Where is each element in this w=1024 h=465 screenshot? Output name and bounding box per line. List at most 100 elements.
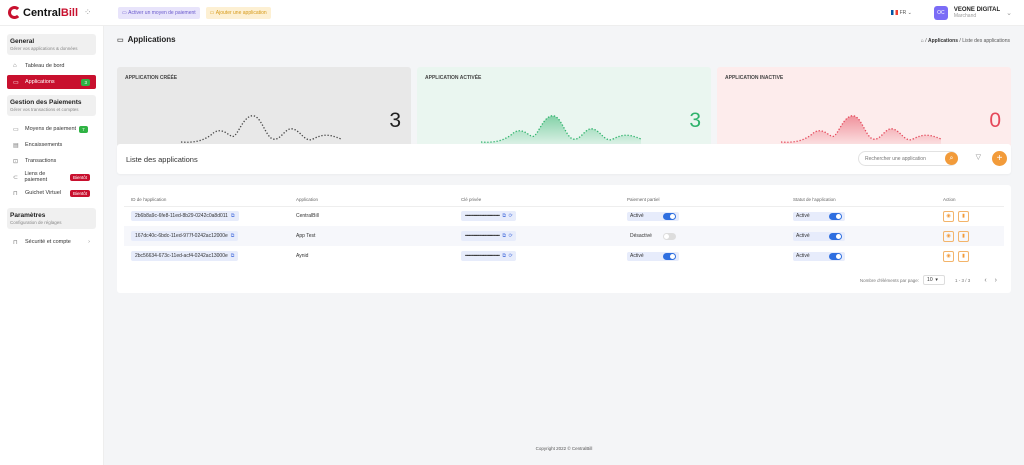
private-key-chip: •••••••••••••••••••••••••••••••• ⧉ ⟳ — [461, 251, 517, 261]
sidebar-item-applications[interactable]: ▭ Applications 3 — [7, 75, 96, 89]
table-header-row: ID de l'application Application Clé priv… — [124, 193, 1004, 207]
per-page-select[interactable]: 10 ▾ — [923, 275, 946, 285]
partial-payment-toggle[interactable] — [663, 252, 676, 260]
page-range: 1 - 3 / 3 — [955, 277, 971, 283]
app-status-cell: Activé — [793, 211, 845, 221]
stat-label: APPLICATION ACTIVÉE — [425, 75, 482, 81]
delete-icon[interactable]: ▮ — [958, 210, 969, 222]
view-icon[interactable]: ◉ — [943, 210, 954, 222]
group-title: Gestion des Paiements — [10, 99, 82, 106]
sidebar-item-transactions[interactable]: ⊡ Transactions — [7, 154, 96, 168]
private-key-chip: •••••••••••••••••••••••••••••••• ⧉ ⟳ — [461, 211, 517, 222]
chevron-right-icon: › — [88, 239, 90, 245]
search-icon[interactable]: ⌕ — [945, 152, 958, 165]
delete-icon[interactable]: ▮ — [958, 230, 969, 242]
breadcrumb-applications[interactable]: Applications — [928, 38, 958, 44]
table-row: 2b6b8a9c-6fe8-11ed-8b29-0242c0a8d011 ⧉ Ce… — [124, 206, 1004, 226]
refresh-icon[interactable]: ⟳ — [509, 253, 513, 259]
refresh-icon[interactable]: ⟳ — [509, 213, 513, 219]
chevron-left-icon[interactable]: ‹ — [984, 277, 986, 284]
shop-icon: ⊓ — [13, 190, 18, 197]
user-role: Marchand — [953, 12, 977, 19]
partial-payment-toggle[interactable] — [663, 212, 676, 220]
stat-sparkline — [181, 115, 341, 143]
stat-card-activated: APPLICATION ACTIVÉE 3 — [417, 67, 711, 153]
stat-value: 3 — [389, 109, 401, 132]
app-name: CentralBill — [296, 213, 319, 220]
transactions-icon: ⊡ — [13, 158, 19, 165]
chevron-down-icon[interactable]: ⌄ — [1006, 9, 1012, 17]
partial-payment-cell: Désactivé — [627, 232, 679, 241]
user-name: VEONE DIGITAL — [953, 6, 1001, 13]
partial-payment-cell: Activé — [627, 251, 679, 261]
sidebar-group-payments: Gestion des Paiements Gérer vos transact… — [7, 95, 96, 116]
partial-payment-toggle[interactable] — [663, 232, 676, 240]
filter-icon[interactable]: ▽ — [976, 153, 981, 161]
app-name: App Test — [289, 226, 454, 246]
add-application-icon[interactable]: + — [992, 151, 1007, 166]
add-application-button[interactable]: ▭ Ajouter une application — [205, 6, 271, 19]
copy-icon[interactable]: ⧉ — [502, 253, 506, 259]
sidebar-group-settings: Paramètres Configuration de réglages — [7, 208, 96, 229]
sidebar-item-security[interactable]: ⊓ Sécurité et compte › — [7, 235, 96, 249]
logo[interactable]: CentralBill ⁘ — [0, 6, 104, 19]
app-status-toggle[interactable] — [829, 252, 842, 260]
column-header: Paiement partiel — [620, 193, 786, 207]
copy-icon[interactable]: ⧉ — [231, 233, 235, 239]
main-content: ▭ Applications ⌂ / Applications / Liste d… — [104, 26, 1024, 465]
copy-icon[interactable]: ⧉ — [231, 213, 235, 219]
copy-icon[interactable]: ⧉ — [502, 233, 506, 239]
top-bar: CentralBill ⁘ ▭ Activer un moyen de paie… — [0, 0, 1024, 26]
card-icon: ▭ — [13, 126, 19, 133]
breadcrumb-current: Liste des applications — [962, 38, 1010, 44]
app-name: Aynid — [296, 253, 309, 259]
view-icon[interactable]: ◉ — [943, 250, 954, 262]
refresh-icon[interactable]: ⟳ — [509, 233, 513, 239]
copy-icon[interactable]: ⧉ — [231, 253, 235, 259]
column-header: Clé privée — [454, 193, 620, 207]
logo-text: CentralBill — [23, 6, 79, 19]
activate-payment-button[interactable]: ▭ Activer un moyen de paiement — [118, 6, 200, 19]
apps-grid-icon[interactable]: ⁘ — [84, 7, 92, 18]
search-input[interactable] — [858, 151, 958, 166]
user-menu[interactable]: VEONE DIGITAL Marchand — [954, 7, 1000, 19]
column-header: Statut de l'application — [786, 193, 936, 207]
table-row: 167dc40c-6bdc-11ed-977f-0242ac12000e ⧉ Ap… — [124, 226, 1004, 246]
home-icon[interactable]: ⌂ — [921, 38, 924, 44]
avatar[interactable]: OC — [933, 5, 948, 20]
soon-badge: Bientôt — [69, 173, 90, 181]
folder-icon: ▭ — [13, 79, 19, 86]
app-status-cell: Activé — [793, 231, 845, 241]
sidebar-group-general: General Gérer vos applications & données — [7, 34, 96, 55]
home-icon: ⌂ — [13, 63, 17, 69]
list-header-card: Liste des applications ⌕ ▽ + — [117, 144, 1011, 174]
sidebar-item-dashboard[interactable]: ⌂ Tableau de bord — [7, 59, 96, 73]
sidebar-item-virtual-counter[interactable]: ⊓ Guichet Virtuel Bientôt — [7, 186, 96, 200]
stat-card-created: APPLICATION CRÉÉE 3 — [117, 67, 411, 153]
partial-payment-cell: Activé — [627, 211, 679, 221]
sidebar-item-label: Encaissements — [25, 142, 63, 148]
applications-table-card: ID de l'application Application Clé priv… — [117, 185, 1011, 293]
stat-value: 3 — [689, 109, 701, 132]
language-selector[interactable]: FR ⌄ — [890, 10, 912, 16]
sidebar-item-payment-methods[interactable]: ▭ Moyens de paiement 7 — [7, 122, 96, 136]
copy-icon[interactable]: ⧉ — [502, 213, 506, 219]
folder-icon: ▭ — [117, 36, 124, 44]
per-page-label: Nombre d'éléments par page: — [859, 277, 920, 283]
link-icon: ⊂ — [13, 174, 19, 181]
app-id-chip: 2bc56634-673c-11ed-acf4-0242ac13000e ⧉ — [131, 251, 239, 261]
app-status-toggle[interactable] — [829, 212, 842, 220]
delete-icon[interactable]: ▮ — [958, 250, 969, 262]
view-icon[interactable]: ◉ — [943, 230, 954, 242]
chevron-right-icon[interactable]: › — [995, 277, 997, 284]
sidebar-item-payment-links[interactable]: ⊂ Liens de paiement Bientôt — [7, 170, 96, 184]
app-status-toggle[interactable] — [829, 232, 842, 240]
applications-table: ID de l'application Application Clé priv… — [124, 193, 1004, 266]
private-key-chip: •••••••••••••••••••••••••••••••• ⧉ ⟳ — [461, 231, 517, 241]
stat-label: APPLICATION CRÉÉE — [125, 75, 178, 81]
sidebar-item-label: Applications — [25, 79, 55, 85]
wallet-icon: ▤ — [13, 142, 19, 149]
sidebar-item-collections[interactable]: ▤ Encaissements — [7, 138, 96, 152]
column-header: ID de l'application — [124, 193, 289, 207]
group-subtitle: Gérer vos transactions et comptes — [10, 107, 79, 112]
